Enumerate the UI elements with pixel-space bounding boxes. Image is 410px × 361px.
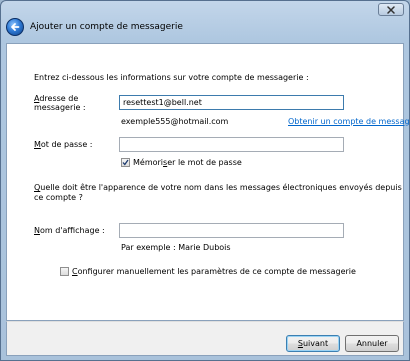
email-example: exemple555@hotmail.com (121, 117, 229, 126)
next-button[interactable]: Suivant (286, 335, 340, 352)
back-arrow-icon (11, 23, 20, 31)
display-name-question-line2: ce compte ? (34, 193, 83, 202)
cancel-button[interactable]: Annuler (345, 335, 399, 352)
remember-password-checkbox[interactable] (121, 158, 130, 167)
checkmark-icon (122, 159, 129, 166)
intro-text: Entrez ci-dessous les informations sur v… (34, 73, 309, 82)
back-button[interactable] (6, 18, 24, 36)
email-label-line1: Adresse de (34, 94, 78, 103)
email-field[interactable]: resettest1@bell.net (119, 95, 344, 110)
dialog-window: Ajouter un compte de messagerie Entrez c… (0, 0, 410, 361)
next-label-rest: uivant (302, 339, 329, 348)
email-label-rest: dresse de (39, 94, 79, 103)
title-bar: Ajouter un compte de messagerie (1, 1, 409, 41)
manual-config-checkbox[interactable] (60, 267, 69, 276)
display-name-field[interactable] (119, 223, 344, 238)
display-name-label: Nom d'affichage : (34, 226, 105, 235)
manual-config-label[interactable]: Configurer manuellement les paramètres d… (72, 267, 356, 276)
display-name-example: Par exemple : Marie Dubois (121, 243, 231, 252)
get-free-account-link[interactable]: Obtenir un compte de messagerie gratuit (288, 117, 409, 126)
form-panel: Entrez ci-dessous les informations sur v… (6, 43, 409, 321)
email-label-line2: messagerie : (34, 103, 86, 112)
button-bar: Suivant Annuler (6, 321, 404, 356)
password-label: Mot de passe : (34, 140, 93, 149)
display-name-question-line1: Quelle doit être l'apparence de votre no… (34, 183, 402, 192)
close-icon (387, 5, 395, 14)
window-title: Ajouter un compte de messagerie (30, 22, 183, 32)
remember-password-label[interactable]: Mémoriser le mot de passe (133, 158, 242, 167)
close-button[interactable] (378, 3, 404, 16)
password-field[interactable] (119, 137, 344, 152)
